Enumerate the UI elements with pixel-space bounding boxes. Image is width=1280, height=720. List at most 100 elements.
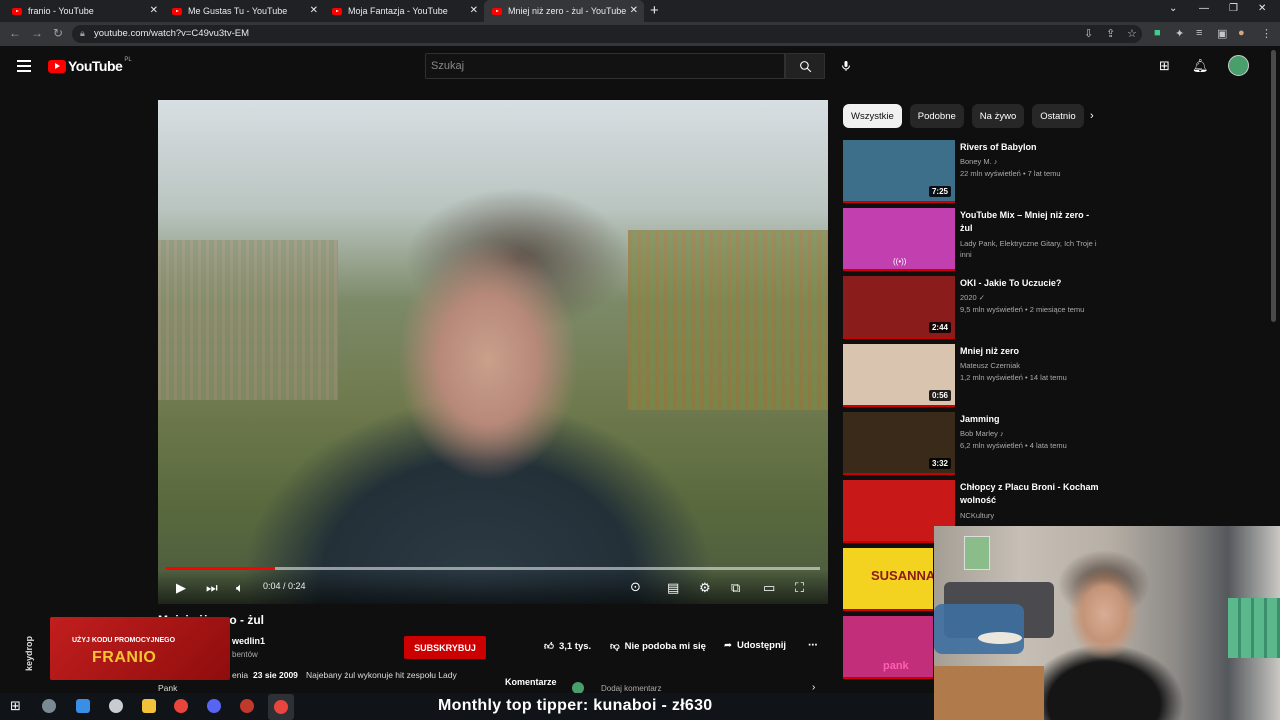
- volume-icon[interactable]: 🔈︎: [236, 580, 244, 596]
- add-comment-field[interactable]: Dodaj komentarz: [601, 684, 661, 693]
- side-panel-icon[interactable]: ▣: [1217, 27, 1227, 40]
- install-app-icon[interactable]: ⇩: [1084, 27, 1093, 40]
- media-control-icon[interactable]: ≡: [1196, 27, 1202, 39]
- youtube-logo[interactable]: YouTube PL: [48, 57, 132, 74]
- top-tipper-banner: Monthly top tipper: kunaboi - zł630: [438, 697, 713, 714]
- tab-search-icon[interactable]: ⌄: [1169, 3, 1177, 14]
- share-button[interactable]: ➦ Udostępnij: [724, 640, 786, 651]
- channel-name[interactable]: wedlin1: [232, 636, 265, 646]
- video-thumbnail[interactable]: 0:56: [843, 344, 955, 407]
- recommendation-title[interactable]: OKI - Jakie To Uczucie?: [960, 277, 1100, 290]
- hamburger-menu-icon[interactable]: [17, 60, 31, 72]
- close-window-icon[interactable]: ✕: [1258, 3, 1266, 14]
- video-player[interactable]: ▶ ⏭ 🔈︎ 0:04 / 0:24 ⊙ ▤ ⚙ ⧉ ▭ ⛶: [158, 100, 828, 604]
- browser-tab-active[interactable]: Mniej niż zero - żul - YouTube ✕: [484, 0, 644, 22]
- recommendation-title[interactable]: Rivers of Babylon: [960, 141, 1100, 154]
- video-thumbnail[interactable]: 2:44: [843, 276, 955, 339]
- recommendation-item[interactable]: 3:32 Jamming Bob Marley ♪ 6,2 mln wyświe…: [843, 412, 1103, 476]
- notifications-bell-icon[interactable]: 🔔︎: [1192, 58, 1209, 74]
- file-explorer-icon[interactable]: [142, 699, 156, 713]
- voice-search-button[interactable]: [836, 56, 856, 76]
- like-button[interactable]: 👍︎ 3,1 tys.: [544, 640, 591, 653]
- minimize-icon[interactable]: —: [1199, 3, 1209, 14]
- recommendation-item[interactable]: ((•)) YouTube Mix – Mniej niż zero - żul…: [843, 208, 1103, 272]
- webcam-scene: [1228, 598, 1280, 658]
- app-icon[interactable]: [240, 699, 254, 713]
- share-page-icon[interactable]: ⇪: [1106, 27, 1115, 40]
- subscribe-button[interactable]: SUBSKRYBUJ: [404, 636, 486, 659]
- video-thumbnail[interactable]: ((•)): [843, 208, 955, 271]
- bookmark-star-icon[interactable]: ☆: [1127, 27, 1137, 40]
- recommendation-channel[interactable]: Boney M. ♪: [960, 156, 1102, 167]
- reload-icon[interactable]: ↻: [53, 26, 63, 40]
- profile-icon[interactable]: ●: [1238, 27, 1245, 39]
- new-tab-icon[interactable]: +: [650, 2, 659, 19]
- video-thumbnail[interactable]: 3:32: [843, 412, 955, 475]
- recommendation-channel[interactable]: NCKultury: [960, 510, 1102, 521]
- close-tab-icon[interactable]: ✕: [470, 5, 478, 16]
- browser-tab[interactable]: Me Gustas Tu - YouTube ✕: [164, 0, 324, 22]
- recommendation-channel[interactable]: 2020 ✓: [960, 292, 1102, 303]
- account-avatar[interactable]: [1228, 55, 1249, 76]
- close-tab-icon[interactable]: ✕: [630, 5, 638, 16]
- dislike-button[interactable]: 👎︎ Nie podoba mi się: [610, 640, 706, 653]
- chip-related[interactable]: Podobne: [909, 104, 964, 128]
- back-icon[interactable]: ←: [9, 26, 21, 40]
- browser-tab[interactable]: Moja Fantazja - YouTube ✕: [324, 0, 484, 22]
- extension-icon[interactable]: ■: [1154, 27, 1161, 39]
- restore-icon[interactable]: ❐: [1229, 3, 1238, 14]
- video-thumbnail[interactable]: pank: [843, 616, 933, 679]
- recommendation-item[interactable]: 7:25 Rivers of Babylon Boney M. ♪ 22 mln…: [843, 140, 1103, 204]
- subtitles-icon[interactable]: ▤: [667, 580, 679, 596]
- next-video-icon[interactable]: ⏭: [206, 580, 218, 596]
- chips-next-icon[interactable]: ›: [1090, 110, 1094, 122]
- create-video-icon[interactable]: ⊞: [1159, 58, 1170, 74]
- recommendation-channel[interactable]: Bob Marley ♪: [960, 428, 1102, 439]
- recommendation-item[interactable]: 2:44 OKI - Jakie To Uczucie? 2020 ✓ 9,5 …: [843, 276, 1103, 340]
- lock-icon: 🔒︎: [80, 28, 85, 38]
- more-actions-icon[interactable]: ⋯: [808, 640, 818, 651]
- forward-icon[interactable]: →: [31, 26, 43, 40]
- chip-all[interactable]: Wszystkie: [843, 104, 902, 128]
- browser-tab[interactable]: franio - YouTube ✕: [4, 0, 164, 22]
- chevron-right-icon[interactable]: ›: [812, 682, 815, 693]
- description-text[interactable]: Najebany żul wykonuje hit zespołu Lady: [306, 670, 457, 680]
- app-icon[interactable]: [109, 699, 123, 713]
- url-field[interactable]: 🔒︎ youtube.com/watch?v=C49vu3tv-EM: [72, 25, 1142, 43]
- discord-icon[interactable]: [207, 699, 221, 713]
- page-scrollbar[interactable]: [1271, 50, 1276, 322]
- recommendation-item[interactable]: 0:56 Mniej niż zero Mateusz Czerniak 1,2…: [843, 344, 1103, 408]
- recommendation-title[interactable]: Chłopcy z Placu Broni - Kocham wolność: [960, 481, 1100, 507]
- recommendation-title[interactable]: Mniej niż zero: [960, 345, 1100, 358]
- close-tab-icon[interactable]: ✕: [150, 5, 158, 16]
- browser-menu-icon[interactable]: ⋮: [1261, 27, 1272, 40]
- youtube-logo-text: YouTube: [68, 58, 123, 74]
- close-tab-icon[interactable]: ✕: [310, 5, 318, 16]
- extensions-puzzle-icon[interactable]: ✦: [1175, 27, 1184, 40]
- streamer-webcam: [934, 526, 1280, 720]
- recommendation-title[interactable]: YouTube Mix – Mniej niż zero - żul: [960, 209, 1100, 235]
- theater-mode-icon[interactable]: ▭: [763, 580, 775, 596]
- windows-start-icon[interactable]: ⊞: [10, 698, 21, 714]
- chrome-icon[interactable]: [174, 699, 188, 713]
- autoplay-toggle-icon[interactable]: ⊙: [630, 579, 641, 595]
- settings-gear-icon[interactable]: ⚙: [699, 580, 711, 596]
- fullscreen-icon[interactable]: ⛶: [795, 580, 804, 596]
- chrome-icon[interactable]: [274, 700, 288, 714]
- search-input[interactable]: [426, 54, 784, 78]
- share-arrow-icon: ➦: [724, 640, 732, 651]
- play-icon[interactable]: ▶: [176, 580, 186, 596]
- chip-live[interactable]: Na żywo: [971, 104, 1025, 128]
- recommendation-title[interactable]: Jamming: [960, 413, 1100, 426]
- miniplayer-icon[interactable]: ⧉: [731, 580, 740, 596]
- video-thumbnail[interactable]: 7:25: [843, 140, 955, 203]
- video-thumbnail[interactable]: SUSANNA: [843, 548, 933, 611]
- search-button[interactable]: [785, 53, 825, 79]
- app-icon[interactable]: [42, 699, 56, 713]
- chip-recent[interactable]: Ostatnio: [1032, 104, 1084, 128]
- recommendation-channel[interactable]: Mateusz Czerniak: [960, 360, 1102, 371]
- tab-title: franio - YouTube: [28, 6, 94, 16]
- app-icon[interactable]: [76, 699, 90, 713]
- recommendation-stats: 6,2 mln wyświetleń • 4 lata temu: [960, 441, 1067, 450]
- search-icon: [799, 60, 811, 72]
